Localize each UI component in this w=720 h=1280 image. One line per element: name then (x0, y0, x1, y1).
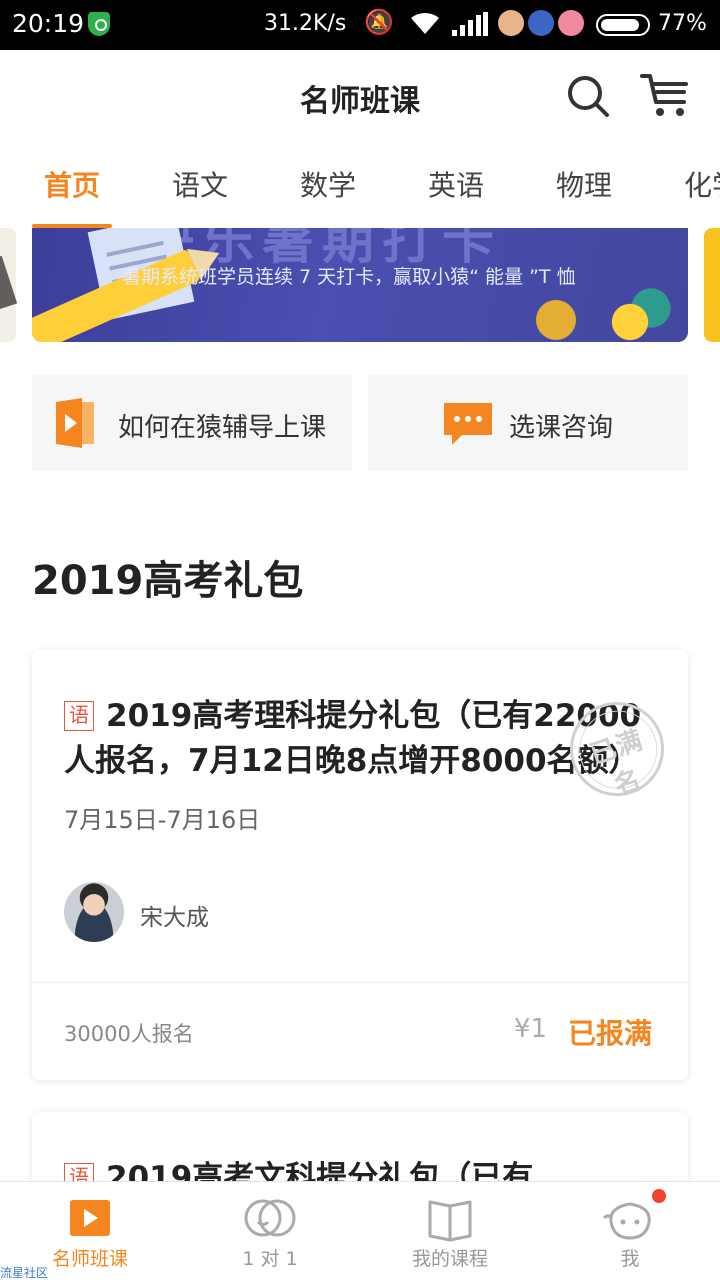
banner-current-slide[interactable]: 快乐暑期打卡 暑期系统班学员连续 7 天打卡，赢取小猿“ 能量 ”T 恤 (32, 228, 688, 342)
tab-chinese[interactable]: 语文 (160, 164, 240, 204)
nav-label-me: 我 (620, 1248, 640, 1270)
banner-prev-slide[interactable] (0, 228, 16, 342)
notification-graduation-icon (528, 10, 554, 36)
nav-item-my-courses[interactable]: 我的课程 (360, 1182, 540, 1280)
app-header: 名师班课 (0, 50, 720, 142)
status-net-speed: 31.2K/s (264, 11, 347, 36)
watermark: 流星社区 (0, 1266, 49, 1280)
enroll-count: 30000人报名 (64, 1022, 194, 1046)
consult-entry-label: 选课咨询 (509, 413, 614, 443)
subject-tag: 语 (64, 701, 94, 731)
card-divider (32, 982, 688, 983)
chat-icon (444, 403, 492, 445)
course-card[interactable]: 语 2019高考理科提分礼包（已有22000人报名，7月12日晚8点增开8000名… (32, 650, 688, 1080)
howto-entry-label: 如何在猿辅导上课 (118, 413, 327, 443)
signal-icon (452, 12, 488, 36)
teacher-avatar (64, 882, 124, 942)
full-stamp-text: 已满名 (586, 725, 648, 802)
nav-label-one-on-one: 1 对 1 (242, 1248, 298, 1270)
mute-icon: 🔕 (364, 8, 394, 36)
howto-entry-button[interactable]: 如何在猿辅导上课 (32, 375, 352, 471)
notification-face-icon (498, 10, 524, 36)
book-icon (428, 1200, 472, 1242)
tab-physics[interactable]: 物理 (544, 164, 624, 204)
tab-home[interactable]: 首页 (32, 164, 112, 204)
play-book-icon (56, 398, 94, 448)
course-price: ¥1 (514, 1014, 548, 1044)
course-title-text: 2019高考理科提分礼包（已有22000人报名，7月12日晚8点增开8000名额… (64, 698, 642, 779)
teacher-name: 宋大成 (140, 905, 209, 931)
play-icon (70, 1200, 110, 1236)
nav-label-my-courses: 我的课程 (411, 1248, 488, 1270)
tab-chemistry[interactable]: 化学 (672, 164, 720, 204)
course-status: 已报满 (568, 1017, 653, 1050)
banner-subtitle: 暑期系统班学员连续 7 天打卡，赢取小猿“ 能量 ”T 恤 (122, 266, 576, 288)
profile-icon (602, 1202, 651, 1240)
notification-thumbs-icon (558, 10, 584, 36)
status-time: 20:19 (12, 9, 85, 38)
wifi-icon (411, 12, 439, 34)
tab-english[interactable]: 英语 (416, 164, 496, 204)
battery-percent: 77% (658, 11, 707, 36)
banner-carousel: 快乐暑期打卡 暑期系统班学员连续 7 天打卡，赢取小猿“ 能量 ”T 恤 (0, 228, 720, 344)
banner-next-slide[interactable] (704, 228, 720, 342)
subject-tabs: 首页 语文 数学 英语 物理 化学 (0, 142, 720, 228)
notification-badge (652, 1189, 666, 1203)
status-bar: 20:19 31.2K/s 🔕 77% (0, 0, 720, 50)
one-on-one-icon (244, 1199, 296, 1237)
search-icon[interactable] (566, 74, 610, 118)
nav-item-me[interactable]: 我 (540, 1182, 720, 1280)
section-title: 2019高考礼包 (32, 558, 304, 604)
banner-flower-art (536, 300, 576, 340)
bottom-nav: 名师班课 1 对 1 我的课程 我 (0, 1181, 720, 1280)
consult-entry-button[interactable]: 选课咨询 (368, 375, 688, 471)
nav-item-one-on-one[interactable]: 1 对 1 (180, 1182, 360, 1280)
banner-plant-art (602, 280, 672, 342)
cart-icon[interactable] (640, 72, 690, 118)
course-date: 7月15日-7月16日 (64, 806, 261, 834)
tab-math[interactable]: 数学 (288, 164, 368, 204)
page-title: 名师班课 (300, 84, 420, 119)
security-shield-icon (88, 12, 110, 36)
battery-icon (596, 14, 650, 36)
